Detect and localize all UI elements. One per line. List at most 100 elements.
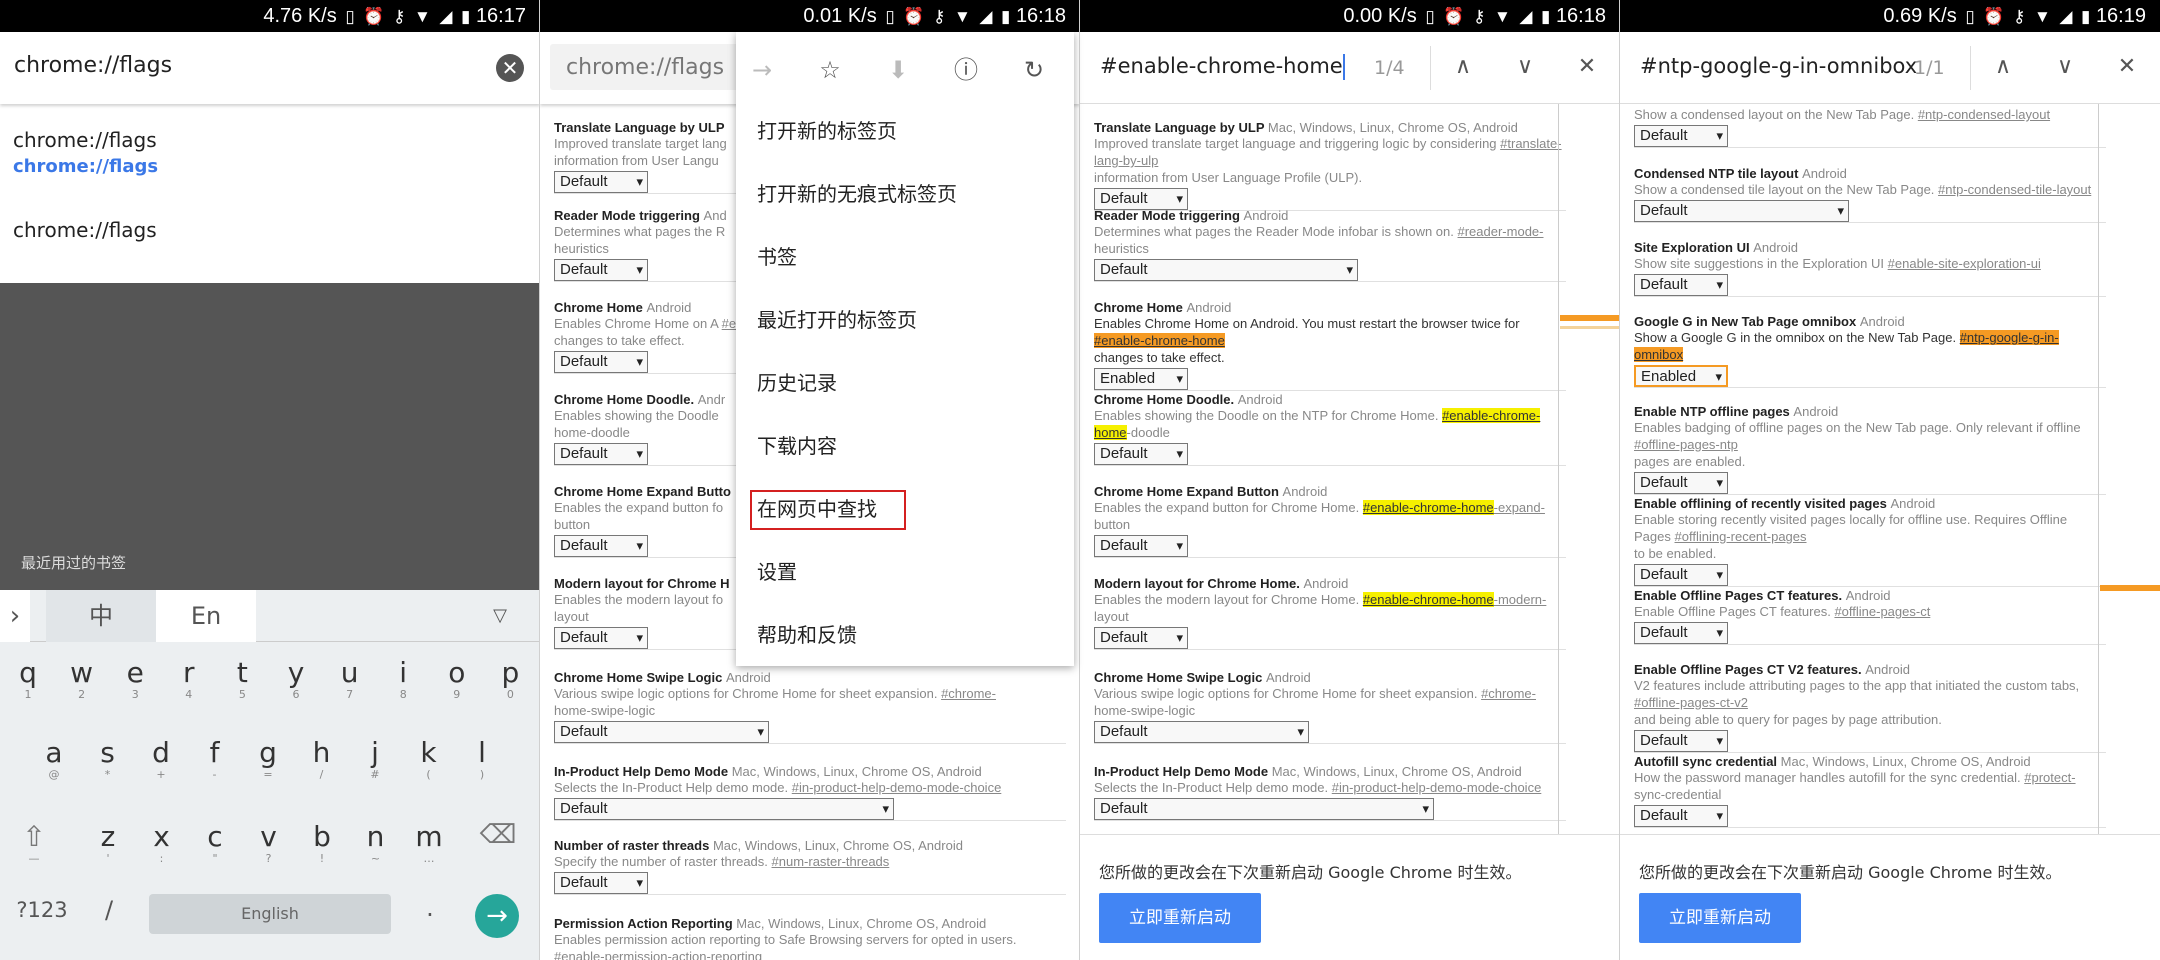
menu-item-help-feedback[interactable]: 帮助和反馈 — [736, 604, 1074, 667]
flag-tag-link[interactable]: #in-product-help-demo-mode-choice — [792, 780, 1002, 795]
key-v[interactable]: v? — [249, 820, 289, 864]
flag-select[interactable]: Default — [1634, 805, 1728, 827]
restart-button[interactable]: 立即重新启动 — [1639, 893, 1801, 943]
flag-select[interactable]: Default — [1094, 798, 1434, 820]
flag-select[interactable]: Default — [554, 171, 648, 193]
key-d[interactable]: d + — [141, 736, 181, 780]
prev-match-icon[interactable]: ∧ — [1986, 50, 2020, 84]
flag-select[interactable]: Default — [1094, 443, 1188, 465]
flag-select[interactable]: Default — [1634, 472, 1728, 494]
flag-tag-link[interactable]: #ntp-google-g-in- — [1959, 330, 2059, 345]
flag-tag-link[interactable]: home — [1094, 425, 1127, 440]
key-n[interactable]: n ~ — [356, 820, 396, 864]
flag-select[interactable]: Default — [554, 627, 648, 649]
flag-tag-rest[interactable]: -expand- — [1494, 500, 1545, 515]
restart-button[interactable]: 立即重新启动 — [1099, 893, 1261, 943]
key-t[interactable]: t5 — [222, 656, 262, 700]
flag-tag-link[interactable]: #offline-pages-ntp — [1634, 437, 1738, 452]
flag-select[interactable]: Default — [1094, 627, 1188, 649]
next-match-icon[interactable]: ∨ — [1508, 50, 1542, 84]
key-j[interactable]: j # — [355, 736, 395, 780]
omnibox[interactable]: chrome://flags ✕ — [0, 32, 539, 104]
key-y[interactable]: y6 — [276, 656, 316, 700]
slash-key[interactable]: / — [94, 896, 124, 924]
menu-item-incognito-tab[interactable]: 打开新的无痕式标签页 — [736, 163, 1074, 226]
key-a[interactable]: a @ — [34, 736, 74, 780]
keyboard-collapse-icon[interactable]: ▽ — [470, 590, 530, 642]
flag-select[interactable]: Default — [1634, 125, 1728, 147]
flag-select[interactable]: Default — [1634, 622, 1728, 644]
menu-item-find-in-page[interactable]: 在网页中查找 — [736, 478, 1074, 541]
suggestion-item[interactable]: chrome://flags chrome://flags — [0, 118, 539, 198]
key-r[interactable]: r4 — [169, 656, 209, 700]
clear-icon[interactable]: ✕ — [496, 54, 524, 82]
find-input[interactable]: #enable-chrome-home — [1100, 54, 1345, 80]
menu-item-new-tab[interactable]: 打开新的标签页 — [736, 100, 1074, 163]
flag-tag-link[interactable]: #chrome- — [941, 686, 996, 701]
dimmed-page-overlay[interactable] — [0, 283, 539, 590]
flag-tag-link[interactable]: #enable-chrome-home — [1362, 592, 1494, 607]
key-p[interactable]: p0 — [490, 656, 530, 700]
go-key[interactable]: → — [475, 894, 519, 938]
menu-item-downloads[interactable]: 下载内容 — [736, 415, 1074, 478]
key-s[interactable]: s * — [88, 736, 128, 780]
menu-item-bookmarks[interactable]: 书签 — [736, 226, 1074, 289]
flag-select[interactable]: Enabled — [1634, 365, 1728, 387]
reload-icon[interactable]: ↻ — [1018, 54, 1050, 86]
dot-key[interactable]: . — [420, 894, 440, 922]
flag-tag-link[interactable]: #ntp-condensed-tile-layout — [1938, 182, 2091, 197]
flag-select[interactable]: Default — [554, 721, 769, 743]
flag-tag-link[interactable]: #in-product-help-demo-mode-choice — [1332, 780, 1542, 795]
flag-select[interactable]: Enabled — [1094, 368, 1188, 390]
key-l[interactable]: l) — [462, 736, 502, 780]
next-match-icon[interactable]: ∨ — [2048, 50, 2082, 84]
flag-tag-rest[interactable]: -modern- — [1494, 592, 1547, 607]
flag-select[interactable]: Default — [554, 535, 648, 557]
close-icon[interactable]: ✕ — [1570, 50, 1604, 84]
key-b[interactable]: b! — [302, 820, 342, 864]
flag-select[interactable]: Default — [1634, 564, 1728, 586]
flag-tag-link[interactable]: #enable-site-exploration-ui — [1888, 256, 2041, 271]
space-key[interactable]: English — [149, 894, 391, 934]
key-m[interactable]: m… — [409, 820, 449, 864]
keyboard-tab-english[interactable]: En — [156, 590, 256, 642]
delete-key[interactable]: ⌫ — [476, 820, 520, 850]
omnibox-input[interactable]: chrome://flags — [14, 53, 172, 78]
key-h[interactable]: h / — [302, 736, 342, 780]
star-icon[interactable]: ☆ — [814, 54, 846, 86]
flag-tag-link[interactable]: #enable-chrome-home — [1094, 333, 1225, 348]
flag-tag-link[interactable]: #protect- — [2024, 770, 2075, 785]
key-f[interactable]: f- — [195, 736, 235, 780]
flag-tag-link[interactable]: #num-raster-threads — [772, 854, 890, 869]
menu-item-history[interactable]: 历史记录 — [736, 352, 1074, 415]
flag-tag-link[interactable]: #offline-pages-ct-v2 — [1634, 695, 1748, 710]
close-icon[interactable]: ✕ — [2110, 50, 2144, 84]
find-query[interactable]: #ntp-google-g-in-omnibox — [1640, 54, 1917, 78]
menu-item-recent-tabs[interactable]: 最近打开的标签页 — [736, 289, 1074, 352]
flag-tag-link[interactable]: #chrome- — [1481, 686, 1536, 701]
download-icon[interactable]: ⬇ — [882, 54, 914, 86]
key-x[interactable]: x: — [142, 820, 182, 864]
key-i[interactable]: i8 — [383, 656, 423, 700]
key-k[interactable]: k( — [409, 736, 449, 780]
flag-select[interactable]: Default — [554, 351, 648, 373]
flag-tag-link[interactable]: #ntp-condensed-layout — [1918, 107, 2050, 122]
flag-select[interactable]: Default — [1634, 200, 1849, 222]
forward-icon[interactable]: → — [746, 54, 778, 86]
keyboard-expand-icon[interactable]: › — [0, 590, 30, 642]
key-o[interactable]: o9 — [437, 656, 477, 700]
key-u[interactable]: u7 — [330, 656, 370, 700]
keyboard-tab-chinese[interactable]: 中 — [46, 590, 156, 642]
flag-select[interactable]: Default — [1094, 259, 1358, 281]
key-w[interactable]: w2 — [62, 656, 102, 700]
flag-tag-link[interactable]: omnibox — [1634, 347, 1684, 362]
key-e[interactable]: e3 — [115, 656, 155, 700]
flag-select[interactable]: Default — [1094, 721, 1309, 743]
symbols-key[interactable]: ?123 — [12, 898, 72, 922]
flag-select[interactable]: Default — [554, 872, 648, 894]
flag-tag-link[interactable]: #enable-chrome- — [1442, 408, 1541, 423]
key-q[interactable]: q1 — [8, 656, 48, 700]
shift-key[interactable]: ⇧ — — [14, 820, 54, 864]
flag-select[interactable]: Default — [554, 798, 894, 820]
flag-tag-link[interactable]: #offlining-recent-pages — [1675, 529, 1807, 544]
